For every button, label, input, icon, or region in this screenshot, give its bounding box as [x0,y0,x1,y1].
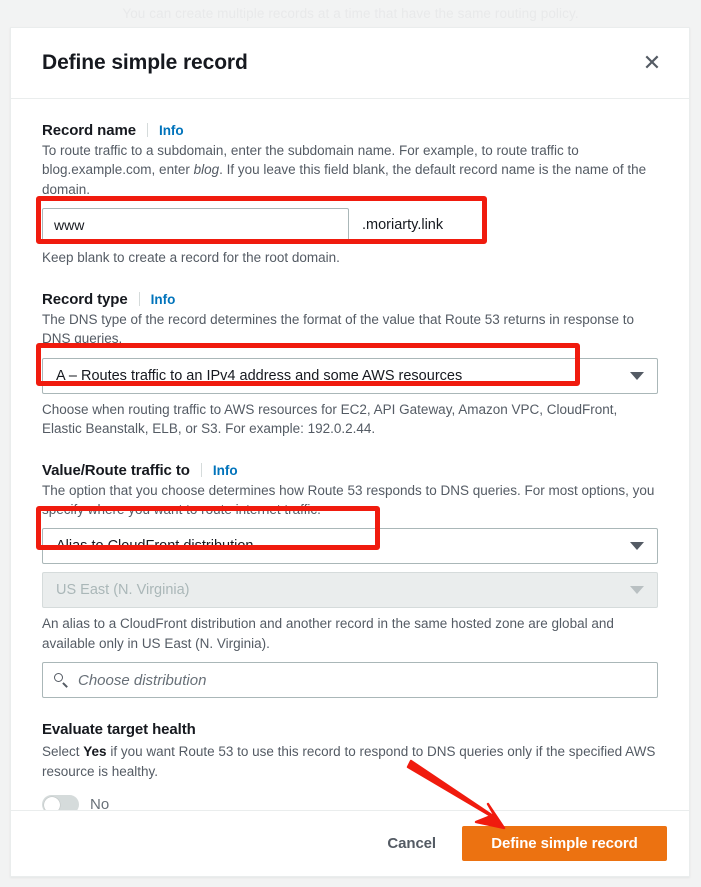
record-type-hint: Choose when routing traffic to AWS resou… [42,401,618,437]
record-name-input[interactable]: www [42,208,349,243]
chevron-down-icon [630,586,644,595]
record-name-domain-suffix: .moriarty.link [362,217,444,234]
label-divider [200,462,202,477]
record-type-section: Record type Info The DNS type of the rec… [42,290,658,439]
evaluate-health-description-emphasis: Yes [83,744,107,760]
page-title: Define simple record [42,51,248,74]
evaluate-health-toggle[interactable] [42,795,79,810]
modal-header: Define simple record ✕ [11,28,689,99]
chevron-down-icon [630,542,644,551]
record-name-row: www .moriarty.link [42,208,658,243]
page-backdrop-text: You can create multiple records at a tim… [122,6,579,21]
evaluate-health-toggle-label: No [90,796,110,810]
evaluate-health-toggle-row: No [42,795,658,810]
value-route-select[interactable]: Alias to CloudFront distribution [42,528,658,565]
evaluate-health-description-part1: Select [42,744,84,760]
evaluate-health-description-part2: if you want Route 53 to use this record … [42,744,656,779]
evaluate-target-health-section: Evaluate target health Select Yes if you… [42,721,658,810]
close-icon[interactable]: ✕ [636,47,668,79]
define-simple-record-button[interactable]: Define simple record [462,826,667,861]
record-name-info-link[interactable]: Info [159,123,184,138]
region-select: US East (N. Virginia) [42,572,658,609]
record-name-description-example: blog [193,162,220,178]
choose-distribution-placeholder: Choose distribution [78,671,207,689]
modal-footer: Cancel Define simple record [11,810,689,876]
search-icon [54,672,69,688]
value-route-selected-value: Alias to CloudFront distribution [56,538,254,555]
record-type-label: Record type [42,290,128,308]
value-route-label: Value/Route traffic to [42,461,190,479]
choose-distribution-input[interactable]: Choose distribution [42,662,658,699]
record-type-description: The DNS type of the record determines th… [42,311,635,347]
value-route-description: The option that you choose determines ho… [42,482,655,517]
record-name-description: To route traffic to a subdomain, enter t… [42,141,658,199]
evaluate-health-description: Select Yes if you want Route 53 to use t… [42,742,658,781]
cancel-button[interactable]: Cancel [383,829,440,858]
value-route-label-row: Value/Route traffic to Info [42,461,658,479]
region-hint: An alias to a CloudFront distribution an… [42,616,614,651]
value-route-section: Value/Route traffic to Info The option t… [42,461,658,699]
record-name-label-row: Record name Info [42,121,658,139]
evaluate-health-label: Evaluate target health [42,721,196,739]
modal-body: Record name Info To route traffic to a s… [11,99,689,810]
region-selected-value: US East (N. Virginia) [56,582,190,599]
label-divider [138,291,140,306]
chevron-down-icon [630,371,644,380]
define-simple-record-modal: Define simple record ✕ Record name Info … [10,27,690,877]
record-name-hint: Keep blank to create a record for the ro… [42,250,340,266]
record-name-section: Record name Info To route traffic to a s… [42,121,658,268]
record-type-select[interactable]: A – Routes traffic to an IPv4 address an… [42,357,658,394]
label-divider [146,123,148,137]
record-name-label: Record name [42,122,136,139]
record-type-selected-value: A – Routes traffic to an IPv4 address an… [56,367,463,384]
value-route-info-link[interactable]: Info [213,463,238,478]
record-type-label-row: Record type Info [42,290,658,308]
record-type-info-link[interactable]: Info [151,292,176,307]
toggle-knob [43,796,60,810]
